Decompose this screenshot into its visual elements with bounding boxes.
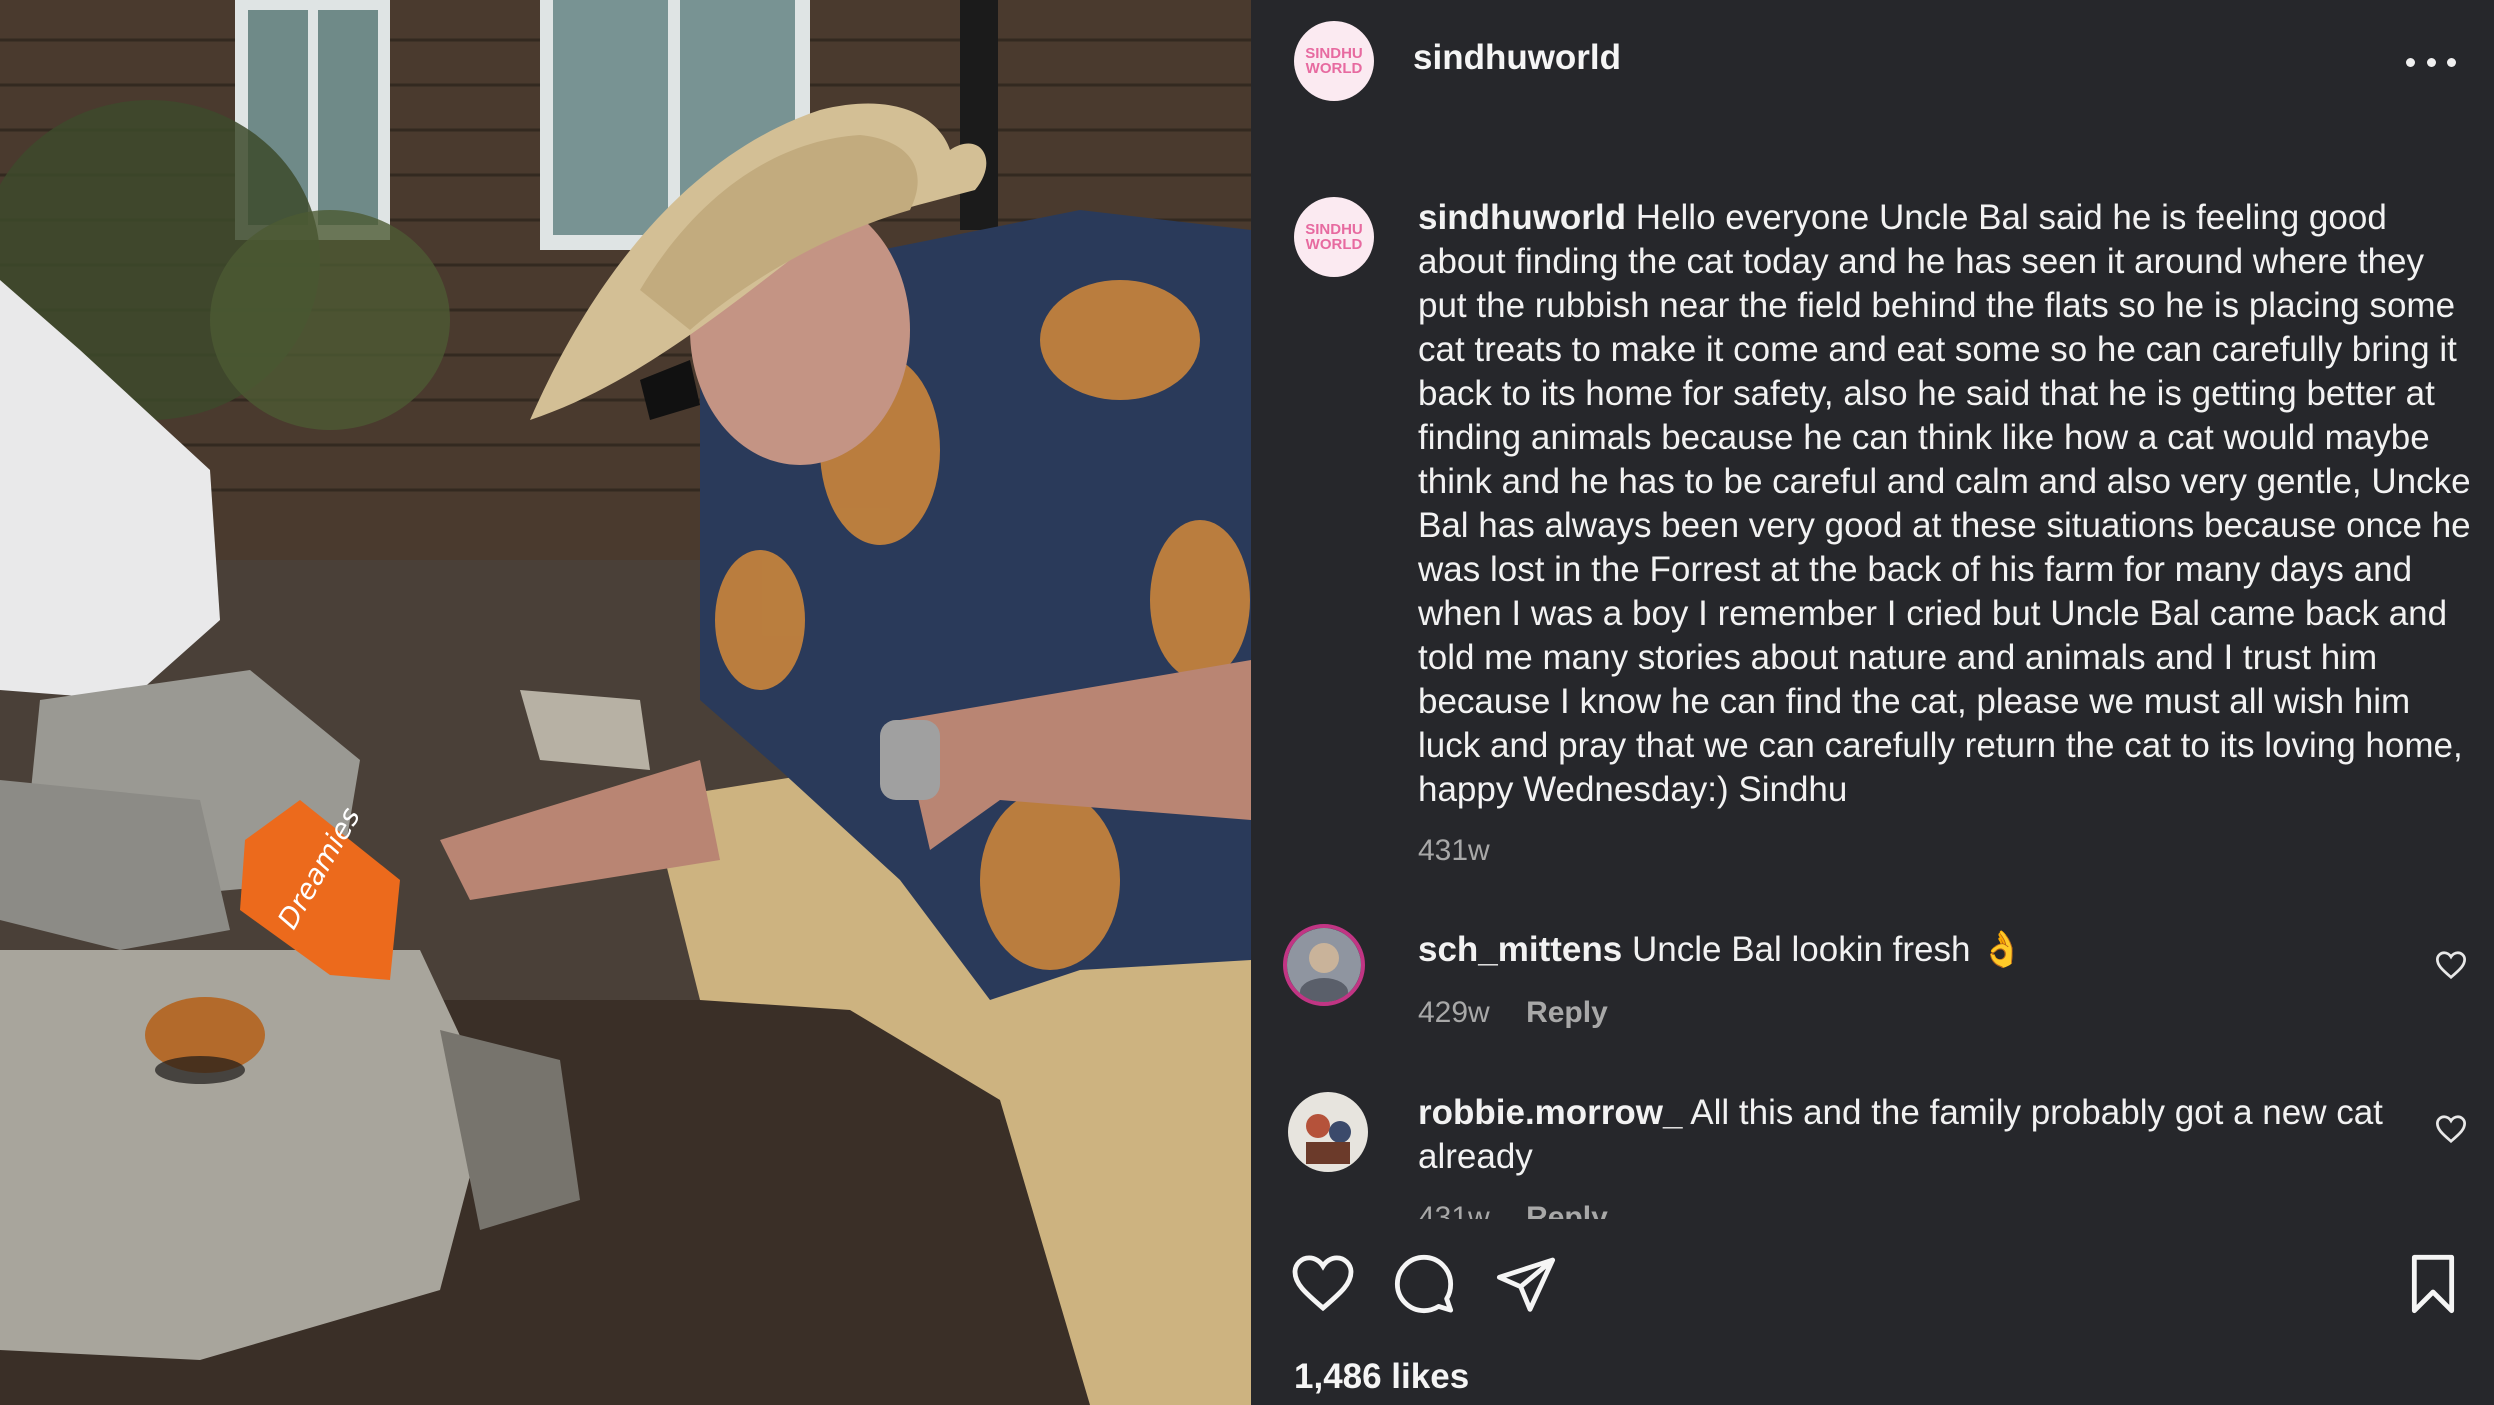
brand-avatar-text: SINDHU WORLD [1305, 45, 1363, 77]
comment-like-heart-icon[interactable] [2434, 950, 2468, 980]
comment-text: Uncle Bal lookin fresh 👌 [1631, 930, 2024, 969]
avatar-portrait-icon [1287, 928, 1361, 1002]
comment-timestamp: 431w [1418, 1201, 1490, 1219]
comment-timestamp: 429w [1418, 996, 1490, 1029]
post-photo-illustration: Dreamies [0, 0, 1251, 1405]
save-bookmark-icon[interactable] [2401, 1252, 2465, 1316]
likes-count[interactable]: 1,486 likes [1294, 1357, 1469, 1397]
post-action-bar [1251, 1252, 2494, 1332]
caption-text: Hello everyone Uncle Bal said he is feel… [1418, 198, 2471, 809]
comment-meta: 429w Reply [1418, 996, 1608, 1030]
reply-button[interactable]: Reply [1526, 996, 1608, 1029]
post-photo: Dreamies [0, 0, 1251, 1405]
like-heart-icon[interactable] [1291, 1252, 1355, 1316]
avatar-illustration-icon [1288, 1092, 1368, 1172]
more-options-icon[interactable] [2406, 42, 2456, 82]
comment-avatar[interactable] [1288, 1092, 1368, 1172]
header-avatar[interactable]: SINDHU WORLD [1294, 21, 1374, 101]
caption-avatar[interactable]: SINDHU WORLD [1294, 197, 1374, 277]
caption-username[interactable]: sindhuworld [1418, 198, 1626, 237]
post-caption: sindhuworld Hello everyone Uncle Bal sai… [1418, 196, 2478, 812]
comment-username[interactable]: sch_mittens [1418, 930, 1622, 969]
comment-bubble-icon[interactable] [1392, 1252, 1456, 1316]
comment-like-heart-icon[interactable] [2434, 1114, 2468, 1144]
caption-timestamp: 431w [1418, 834, 1490, 867]
comment-avatar[interactable] [1283, 924, 1365, 1006]
comment: sch_mittens Uncle Bal lookin fresh 👌 [1418, 928, 2418, 972]
comment: robbie.morrow_ All this and the family p… [1418, 1091, 2418, 1179]
post-panel: SINDHU WORLD sindhuworld SINDHU WORLD si… [1251, 0, 2494, 1405]
share-send-icon[interactable] [1494, 1252, 1558, 1316]
comment-meta: 431w Reply [1418, 1201, 1608, 1219]
header-username[interactable]: sindhuworld [1413, 38, 1621, 78]
brand-avatar-text: SINDHU WORLD [1305, 221, 1363, 253]
reply-button[interactable]: Reply [1526, 1201, 1608, 1219]
comment-username[interactable]: robbie.morrow_ [1418, 1093, 1682, 1132]
